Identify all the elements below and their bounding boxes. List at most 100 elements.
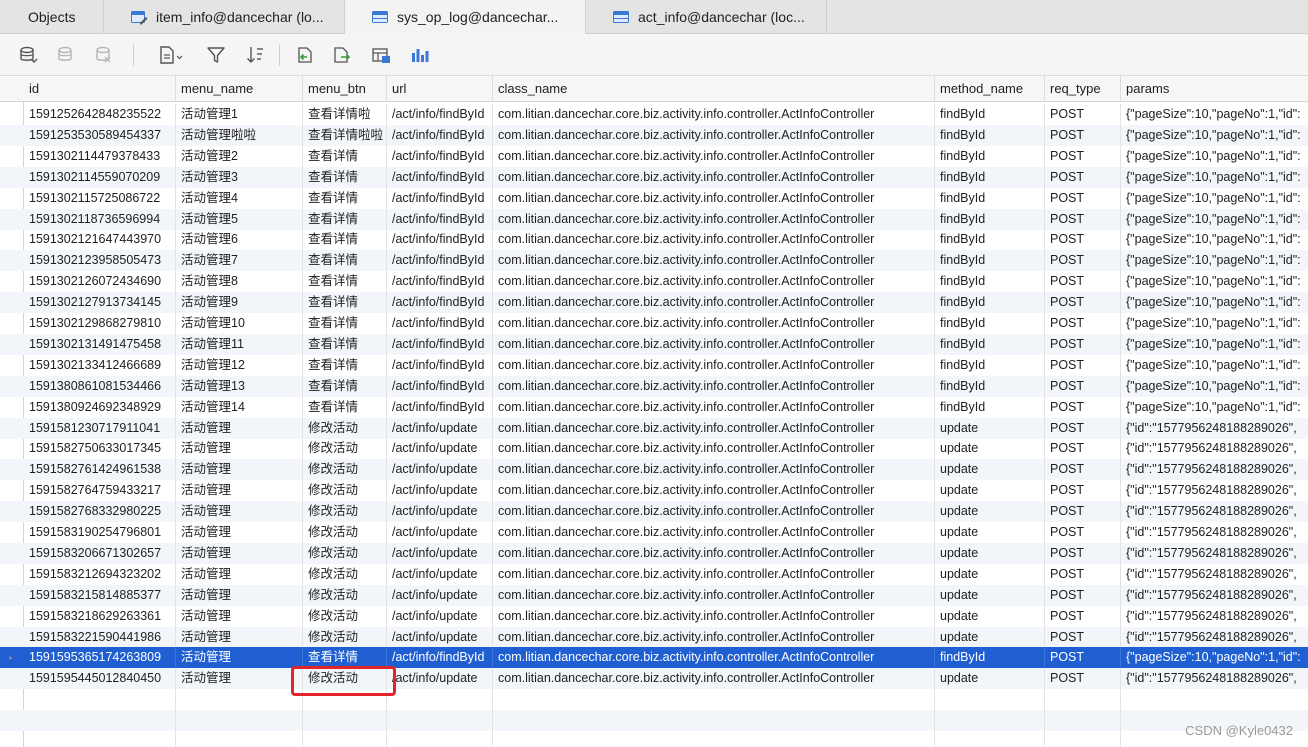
cell-req-type[interactable]: POST — [1045, 605, 1121, 627]
table-row[interactable]: 1591582750633017345 活动管理 修改活动/act/info/upd… — [0, 438, 1308, 460]
cell-req-type[interactable]: POST — [1045, 104, 1121, 125]
cell-class-name[interactable]: com.litian.dancechar.core.biz.activity.i… — [493, 417, 935, 439]
cell-url[interactable]: /act/info/findById — [387, 313, 493, 334]
cell-id[interactable]: 1591582768332980225 — [24, 501, 176, 523]
cell-class-name[interactable]: com.litian.dancechar.core.biz.activity.i… — [493, 522, 935, 543]
cell-method-name[interactable]: findById — [935, 354, 1045, 376]
table-row[interactable]: 1591302133412466689 活动管理12 查看详情/act/info/f… — [0, 354, 1308, 376]
table-row[interactable]: 1591302123958505473 活动管理7 查看详情/act/info/fi… — [0, 250, 1308, 272]
cell-url[interactable]: /act/info/update — [387, 417, 493, 439]
cell-id[interactable]: 1591302123958505473 — [24, 250, 176, 272]
cell-class-name[interactable]: com.litian.dancechar.core.biz.activity.i… — [493, 375, 935, 397]
cell-req-type[interactable]: POST — [1045, 542, 1121, 564]
table-row[interactable]: 1591302114559070209 活动管理3 查看详情/act/info/fi… — [0, 166, 1308, 188]
cell-menu-name[interactable]: 活动管理12 — [176, 354, 303, 376]
cell-menu-name[interactable]: 活动管理 — [176, 459, 303, 481]
cell-menu-btn[interactable]: 查看详情 — [303, 187, 387, 209]
cell-class-name[interactable]: com.litian.dancechar.core.biz.activity.i… — [493, 396, 935, 418]
cell-class-name[interactable]: com.litian.dancechar.core.biz.activity.i… — [493, 166, 935, 188]
cell-id[interactable]: 1591583221590441986 — [24, 626, 176, 648]
cell-class-name[interactable]: com.litian.dancechar.core.biz.activity.i… — [493, 584, 935, 606]
cell-url[interactable]: /act/info/update — [387, 542, 493, 564]
cell-params[interactable]: {"pageSize":10,"pageNo":1,"id": — [1121, 647, 1308, 668]
table-row[interactable]: 1591252642848235522 活动管理1 查看详情啦/act/info/f… — [0, 104, 1308, 125]
begin-transaction-icon[interactable] — [16, 44, 40, 66]
cell-url[interactable]: /act/info/findById — [387, 333, 493, 355]
cell-menu-btn[interactable]: 修改活动 — [303, 626, 387, 648]
cell-menu-name[interactable]: 活动管理 — [176, 605, 303, 627]
cell-req-type[interactable]: POST — [1045, 438, 1121, 460]
table-row[interactable]: 1591583212694323202 活动管理 修改活动/act/info/upd… — [0, 563, 1308, 585]
cell-class-name[interactable]: com.litian.dancechar.core.biz.activity.i… — [493, 250, 935, 272]
cell-params[interactable]: {"pageSize":10,"pageNo":1,"id": — [1121, 104, 1308, 125]
cell-menu-btn[interactable]: 修改活动 — [303, 480, 387, 502]
cell-menu-btn[interactable]: 查看详情 — [303, 396, 387, 418]
cell-method-name[interactable]: update — [935, 417, 1045, 439]
cell-id[interactable]: 1591583212694323202 — [24, 563, 176, 585]
cell-menu-name[interactable]: 活动管理 — [176, 647, 303, 669]
cell-params[interactable]: {"pageSize":10,"pageNo":1,"id": — [1121, 334, 1308, 355]
cell-url[interactable]: /act/info/update — [387, 563, 493, 585]
cell-url[interactable]: /act/info/findById — [387, 229, 493, 251]
cell-req-type[interactable]: POST — [1045, 124, 1121, 146]
cell-url[interactable]: /act/info/update — [387, 480, 493, 502]
cell-id[interactable]: 1591302115725086722 — [24, 187, 176, 209]
cell-params[interactable]: {"pageSize":10,"pageNo":1,"id": — [1121, 250, 1308, 271]
cell-params[interactable]: {"id":"1577956248188289026", — [1121, 438, 1308, 459]
table-row[interactable]: 1591302131491475458 活动管理11 查看详情/act/info/f… — [0, 333, 1308, 355]
cell-id[interactable]: 1591302133412466689 — [24, 354, 176, 376]
cell-req-type[interactable]: POST — [1045, 333, 1121, 355]
cell-class-name[interactable]: com.litian.dancechar.core.biz.activity.i… — [493, 124, 935, 146]
cell-url[interactable]: /act/info/findById — [387, 647, 493, 669]
cell-id[interactable]: 1591252642848235522 — [24, 104, 176, 125]
cell-req-type[interactable]: POST — [1045, 354, 1121, 376]
data-grid[interactable]: id menu_name menu_btn url class_name method_n… — [0, 76, 1308, 747]
cell-id[interactable]: 1591582764759433217 — [24, 480, 176, 502]
cell-id[interactable]: 1591302127913734145 — [24, 292, 176, 314]
cell-menu-btn[interactable]: 查看详情 — [303, 250, 387, 272]
cell-class-name[interactable]: com.litian.dancechar.core.biz.activity.i… — [493, 647, 935, 669]
cell-method-name[interactable]: update — [935, 542, 1045, 564]
table-row[interactable]: 1591253530589454337 活动管理啦啦 查看详情啦啦/act/info… — [0, 124, 1308, 146]
cell-menu-name[interactable]: 活动管理 — [176, 522, 303, 543]
cell-id[interactable]: 1591302121647443970 — [24, 229, 176, 251]
cell-class-name[interactable]: com.litian.dancechar.core.biz.activity.i… — [493, 480, 935, 502]
cell-method-name[interactable]: findById — [935, 124, 1045, 146]
cell-req-type[interactable]: POST — [1045, 647, 1121, 669]
cell-menu-btn[interactable]: 查看详情啦啦 — [303, 124, 387, 146]
cell-id[interactable]: 1591583215814885377 — [24, 584, 176, 606]
cell-method-name[interactable]: findById — [935, 333, 1045, 355]
cell-class-name[interactable]: com.litian.dancechar.core.biz.activity.i… — [493, 208, 935, 230]
column-header-menu-btn[interactable]: menu_btn — [303, 76, 387, 102]
cell-req-type[interactable]: POST — [1045, 250, 1121, 272]
table-row[interactable]: 1591582768332980225 活动管理 修改活动/act/info/upd… — [0, 501, 1308, 523]
table-row[interactable]: 1591583221590441986 活动管理 修改活动/act/info/upd… — [0, 626, 1308, 648]
cell-params[interactable]: {"pageSize":10,"pageNo":1,"id": — [1121, 125, 1308, 146]
cell-url[interactable]: /act/info/findById — [387, 250, 493, 272]
cell-id[interactable]: 1591595365174263809 — [24, 647, 176, 669]
cell-menu-btn[interactable]: 查看详情 — [303, 375, 387, 397]
cell-url[interactable]: /act/info/update — [387, 438, 493, 460]
cell-req-type[interactable]: POST — [1045, 459, 1121, 481]
table-row[interactable]: 1591302129868279810 活动管理10 查看详情/act/info/f… — [0, 313, 1308, 334]
cell-menu-name[interactable]: 活动管理6 — [176, 229, 303, 251]
cell-class-name[interactable]: com.litian.dancechar.core.biz.activity.i… — [493, 187, 935, 209]
column-header-menu-name[interactable]: menu_name — [176, 76, 303, 102]
cell-class-name[interactable]: com.litian.dancechar.core.biz.activity.i… — [493, 563, 935, 585]
cell-method-name[interactable]: update — [935, 605, 1045, 627]
cell-method-name[interactable]: update — [935, 501, 1045, 523]
cell-params[interactable]: {"id":"1577956248188289026", — [1121, 480, 1308, 501]
cell-url[interactable]: /act/info/findById — [387, 292, 493, 314]
cell-url[interactable]: /act/info/update — [387, 584, 493, 606]
cell-id[interactable]: 1591380861081534466 — [24, 375, 176, 397]
cell-url[interactable]: /act/info/findById — [387, 124, 493, 146]
cell-method-name[interactable]: findById — [935, 104, 1045, 125]
cell-req-type[interactable]: POST — [1045, 208, 1121, 230]
cell-menu-name[interactable]: 活动管理1 — [176, 104, 303, 125]
cell-method-name[interactable]: findById — [935, 271, 1045, 293]
cell-method-name[interactable]: findById — [935, 229, 1045, 251]
column-header-url[interactable]: url — [387, 76, 493, 102]
cell-menu-name[interactable]: 活动管理3 — [176, 166, 303, 188]
cell-menu-name[interactable]: 活动管理 — [176, 438, 303, 460]
data-generation-icon[interactable] — [369, 44, 393, 66]
